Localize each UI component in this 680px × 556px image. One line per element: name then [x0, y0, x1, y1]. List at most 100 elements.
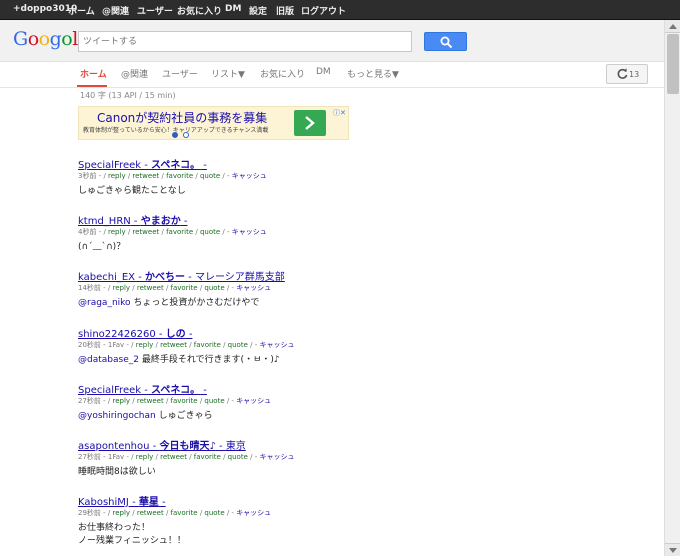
tweet-display-name: スペネコ。 [151, 385, 201, 396]
retweet-link[interactable]: retweet [137, 284, 164, 292]
googol-logo[interactable]: Googol [13, 28, 78, 50]
retweet-link[interactable]: retweet [137, 509, 164, 517]
chevron-right-icon [305, 116, 315, 130]
logo-letter: l [72, 28, 78, 50]
tweet-display-name: しの [165, 329, 186, 340]
scroll-up-arrow[interactable] [665, 20, 680, 33]
tab-favorites[interactable]: お気に入り [260, 67, 305, 80]
favorite-link[interactable]: favorite [171, 284, 198, 292]
tweet-author-link[interactable]: KaboshiMJ - 華星 - [78, 493, 166, 508]
tweet-input[interactable] [78, 31, 412, 52]
tab-more[interactable]: もっと見る▼ [347, 67, 399, 80]
scroll-down-arrow[interactable] [665, 543, 680, 556]
cache-link[interactable]: キャッシュ [236, 284, 271, 292]
topbar-classic-link[interactable]: 旧版 [276, 4, 294, 17]
tweet-text: 睡眠時間8は欲しい [78, 464, 156, 477]
cache-link[interactable]: キャッシュ [259, 341, 294, 349]
quote-link[interactable]: quote [228, 453, 248, 461]
favorite-link[interactable]: favorite [194, 341, 221, 349]
tweet-author-link[interactable]: SpecialFreek - スペネコ。 - [78, 156, 207, 171]
tweet-fav-count: 1Fav [107, 453, 125, 461]
topbar-dm-link[interactable]: DM [225, 4, 241, 14]
tweet-display-name: やまおか [140, 216, 181, 227]
favorite-link[interactable]: favorite [171, 509, 198, 517]
favorite-link[interactable]: favorite [171, 397, 198, 405]
reply-link[interactable]: reply [136, 341, 154, 349]
retweet-link[interactable]: retweet [132, 228, 159, 236]
refresh-button[interactable]: 13 [606, 64, 648, 84]
ad-go-button[interactable] [294, 110, 326, 136]
tweet-handle: KaboshiMJ [78, 497, 129, 508]
tweet-author-link[interactable]: ktmd_HRN - やまおか - [78, 212, 188, 227]
retweet-link[interactable]: retweet [160, 453, 187, 461]
quote-link[interactable]: quote [200, 172, 220, 180]
retweet-link[interactable]: retweet [132, 172, 159, 180]
reply-link[interactable]: reply [108, 172, 126, 180]
tweet-text: お仕事終わった！ ノー残業フィニッシュ！！ [78, 520, 186, 546]
quote-link[interactable]: quote [204, 397, 224, 405]
ad-close-icon[interactable]: ⓘ✕ [333, 108, 346, 118]
quote-link[interactable]: quote [204, 284, 224, 292]
search-button[interactable] [424, 32, 467, 51]
reply-link[interactable]: reply [112, 509, 130, 517]
scrollbar[interactable] [664, 20, 680, 556]
tweet-text: しゅごきゃら観たことなし [78, 183, 186, 196]
tweet-mention[interactable]: @raga_niko [78, 298, 131, 308]
reply-link[interactable]: reply [108, 228, 126, 236]
ad-carousel-dots [172, 132, 192, 140]
tweet-mention[interactable]: @yoshiringochan [78, 411, 156, 421]
topbar-home-link[interactable]: ホーム [68, 4, 95, 17]
logo-letter: G [13, 28, 28, 50]
tweet-message: (∩´﹏`∩)？ [78, 242, 126, 252]
topbar-users-link[interactable]: ユーザー [137, 4, 173, 17]
tweet-message: 最終手段それで行きます(・ㅂ・)♪ [141, 355, 280, 365]
quote-link[interactable]: quote [228, 341, 248, 349]
tweet-handle: kabechi_EX [78, 272, 136, 283]
ad-headline[interactable]: Canonが契約社員の事務を募集 [97, 109, 267, 126]
topbar-mentions-link[interactable]: @関連 [102, 4, 129, 17]
tab-mentions[interactable]: @関連 [121, 67, 148, 80]
cache-link[interactable]: キャッシュ [259, 453, 294, 461]
cache-link[interactable]: キャッシュ [236, 509, 271, 517]
tweet-location: 東京 [225, 441, 246, 452]
cache-link[interactable]: キャッシュ [232, 228, 267, 236]
reply-link[interactable]: reply [112, 397, 130, 405]
topbar-logout-link[interactable]: ログアウト [301, 4, 346, 17]
carousel-dot[interactable] [183, 132, 189, 138]
ad-banner[interactable]: Canonが契約社員の事務を募集 教育体制が整っているから安心！キャリアアップで… [78, 106, 349, 140]
tab-dm[interactable]: DM [316, 67, 331, 77]
tweet-text: (∩´﹏`∩)？ [78, 239, 125, 252]
reply-link[interactable]: reply [112, 284, 130, 292]
tab-users[interactable]: ユーザー [162, 67, 198, 80]
retweet-link[interactable]: retweet [137, 397, 164, 405]
tweet-author-link[interactable]: asapontenhou - 今日も晴天♪ - 東京 [78, 437, 246, 452]
favorite-link[interactable]: favorite [194, 453, 221, 461]
topbar-settings-link[interactable]: 設定 [249, 4, 267, 17]
cache-link[interactable]: キャッシュ [236, 397, 271, 405]
tweet-display-name: 華星 [138, 497, 159, 508]
tweet-text: @database_2 最終手段それで行きます(・ㅂ・)♪ [78, 352, 280, 365]
tweet-author-link[interactable]: kabechi_EX - かべちー - マレーシア群馬支部 [78, 268, 285, 283]
active-tab-indicator [77, 85, 107, 87]
retweet-link[interactable]: retweet [160, 341, 187, 349]
favorite-link[interactable]: favorite [166, 172, 193, 180]
tweet-handle: asapontenhou [78, 441, 150, 452]
tab-lists[interactable]: リスト▼ [211, 67, 245, 80]
tweet-author-link[interactable]: shino22426260 - しの - [78, 325, 192, 340]
carousel-dot-active[interactable] [172, 132, 178, 138]
tweet-display-name: かべちー [145, 272, 185, 283]
tweet-mention[interactable]: @database_2 [78, 355, 139, 365]
reply-link[interactable]: reply [136, 453, 154, 461]
logo-letter: o [38, 28, 50, 50]
tweet-display-name: 今日も晴天♪ [159, 441, 216, 452]
tweet-time: 14秒前 [78, 284, 101, 292]
scrollbar-thumb[interactable] [667, 34, 679, 94]
tab-home[interactable]: ホーム [80, 67, 107, 80]
topbar-favorites-link[interactable]: お気に入り [177, 4, 222, 17]
tweet-author-link[interactable]: SpecialFreek - スペネコ。 - [78, 381, 207, 396]
tweet-text: @yoshiringochan しゅごきゃら [78, 408, 213, 421]
quote-link[interactable]: quote [204, 509, 224, 517]
cache-link[interactable]: キャッシュ [232, 172, 267, 180]
quote-link[interactable]: quote [200, 228, 220, 236]
favorite-link[interactable]: favorite [166, 228, 193, 236]
